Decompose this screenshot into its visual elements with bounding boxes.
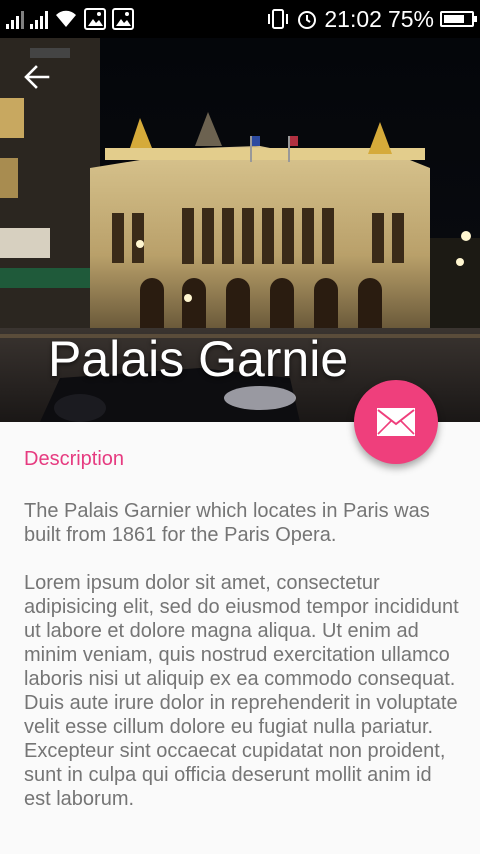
back-button[interactable] xyxy=(24,64,60,100)
page-title: Palais Garnie xyxy=(48,331,349,387)
mail-icon xyxy=(377,408,415,436)
battery-percent: 75% xyxy=(387,5,434,32)
signal-icon xyxy=(30,9,48,29)
arrow-left-icon xyxy=(24,65,50,89)
hero-image: Palais Garnie xyxy=(0,38,480,422)
gallery-icon xyxy=(84,8,106,30)
battery-icon xyxy=(440,11,477,27)
status-left-icons xyxy=(6,8,134,30)
description-section: Description The Palais Garnier which loc… xyxy=(24,448,460,835)
alarm-icon xyxy=(298,11,317,29)
signal-icon xyxy=(6,9,24,29)
status-time: 21:02 xyxy=(324,5,382,32)
description-paragraph: Lorem ipsum dolor sit amet, consectetur … xyxy=(24,572,459,810)
description-paragraph: The Palais Garnier which locates in Pari… xyxy=(24,500,430,546)
status-right-icons: 21:02 75% xyxy=(266,5,477,33)
status-bar: 21:02 75% xyxy=(0,0,480,38)
wifi-icon xyxy=(56,10,76,28)
email-fab-button[interactable] xyxy=(354,380,438,464)
vibrate-icon xyxy=(268,9,289,29)
gallery-icon xyxy=(112,8,134,30)
